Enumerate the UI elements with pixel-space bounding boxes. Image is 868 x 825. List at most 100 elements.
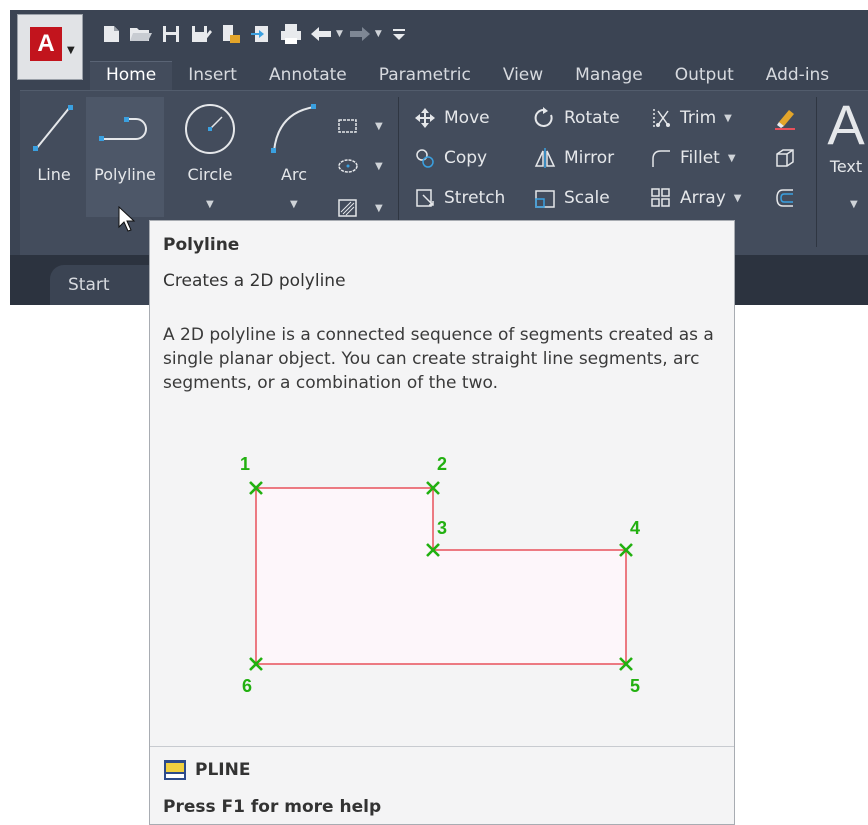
polyline-tool[interactable]: Polyline xyxy=(86,97,164,217)
offset-tool[interactable] xyxy=(772,185,804,211)
save-as-icon[interactable] xyxy=(188,22,214,46)
circle-tool[interactable]: Circle ▼ xyxy=(174,97,246,217)
text-dropdown-icon[interactable]: ▼ xyxy=(850,199,858,210)
erase-tool[interactable] xyxy=(772,105,804,131)
text-big-a-icon: A xyxy=(827,93,865,156)
command-name: PLINE xyxy=(195,760,251,780)
ellipse-tool[interactable]: ▼ xyxy=(335,153,383,179)
mirror-label: Mirror xyxy=(564,148,615,168)
line-tool[interactable]: Line xyxy=(24,97,84,217)
move-tool[interactable]: Move xyxy=(412,105,490,131)
tooltip-divider xyxy=(150,746,734,747)
trim-tool[interactable]: Trim ▼ xyxy=(648,105,732,131)
arc-dropdown-icon[interactable]: ▼ xyxy=(290,199,298,210)
export-icon[interactable] xyxy=(248,22,274,46)
polyline-icon xyxy=(99,117,147,141)
circle-dropdown-icon[interactable]: ▼ xyxy=(206,199,214,210)
help-hint: Press F1 for more help xyxy=(163,797,382,817)
trim-icon xyxy=(648,105,674,131)
copy-tool[interactable]: Copy xyxy=(412,145,487,171)
tab-output[interactable]: Output xyxy=(659,62,750,90)
explode-tool[interactable] xyxy=(772,145,804,171)
panel-divider xyxy=(816,97,817,247)
rectangle-icon xyxy=(335,113,361,139)
redo-icon[interactable] xyxy=(347,22,373,46)
command-line-icon xyxy=(164,760,186,780)
move-icon xyxy=(412,105,438,131)
explode-icon xyxy=(772,145,798,171)
scale-icon xyxy=(532,185,558,211)
chevron-down-icon[interactable]: ▼ xyxy=(375,121,383,132)
polyline-label: Polyline xyxy=(94,165,156,184)
vertex-label-3: 3 xyxy=(437,518,447,538)
line-label: Line xyxy=(37,165,71,184)
polyline-shape xyxy=(255,487,627,665)
copy-label: Copy xyxy=(444,148,488,168)
ribbon-tabs: Home Insert Annotate Parametric View Man… xyxy=(90,61,845,90)
chevron-down-icon: ▼ xyxy=(67,45,75,56)
tooltip-subtitle: Creates a 2D polyline xyxy=(163,271,346,291)
tab-insert[interactable]: Insert xyxy=(172,62,253,90)
eraser-icon xyxy=(772,105,798,131)
vertex-label-2: 2 xyxy=(437,454,447,474)
tab-parametric[interactable]: Parametric xyxy=(363,62,487,90)
offset-icon xyxy=(772,185,798,211)
mirror-icon xyxy=(532,145,558,171)
rotate-label: Rotate xyxy=(564,108,620,128)
quick-access-toolbar: A ▼ ▼ ▼ xyxy=(10,10,868,80)
redo-dropdown-icon[interactable]: ▼ xyxy=(375,29,382,39)
vertex-label-5: 5 xyxy=(630,676,640,696)
chevron-down-icon[interactable]: ▼ xyxy=(375,161,383,172)
vertex-label-4: 4 xyxy=(630,518,640,538)
line-icon xyxy=(33,105,73,151)
tab-annotate[interactable]: Annotate xyxy=(253,62,363,90)
arc-icon xyxy=(271,104,316,153)
plot-icon[interactable] xyxy=(278,22,304,46)
fillet-dropdown-icon[interactable]: ▼ xyxy=(728,153,736,164)
chevron-down-icon[interactable]: ▼ xyxy=(375,203,383,214)
fillet-icon xyxy=(648,145,674,171)
text-tool[interactable]: A Text ▼ xyxy=(824,93,868,217)
mirror-tool[interactable]: Mirror xyxy=(532,145,614,171)
start-tab[interactable]: Start xyxy=(50,265,150,305)
arc-tool[interactable]: Arc ▼ xyxy=(260,97,328,217)
rotate-tool[interactable]: Rotate xyxy=(532,105,620,131)
tab-add-ins[interactable]: Add-ins xyxy=(750,62,845,90)
open-icon[interactable] xyxy=(128,22,154,46)
scale-tool[interactable]: Scale xyxy=(532,185,610,211)
command-row: PLINE xyxy=(163,759,250,781)
tooltip-description: A 2D polyline is a connected sequence of… xyxy=(163,325,714,393)
mouse-cursor-icon xyxy=(118,205,138,238)
move-label: Move xyxy=(444,108,490,128)
polyline-diagram: 1 2 3 4 5 6 xyxy=(240,454,640,696)
vertex-label-1: 1 xyxy=(240,454,250,474)
application-menu-button[interactable]: A ▼ xyxy=(17,14,83,80)
undo-dropdown-icon[interactable]: ▼ xyxy=(336,29,343,39)
tab-home[interactable]: Home xyxy=(90,61,173,90)
stretch-icon xyxy=(412,185,438,211)
array-dropdown-icon[interactable]: ▼ xyxy=(734,193,742,204)
circle-label: Circle xyxy=(187,165,233,184)
array-label: Array xyxy=(680,188,726,208)
hatch-icon xyxy=(335,195,361,221)
circle-icon xyxy=(185,104,235,154)
publish-icon[interactable] xyxy=(218,22,244,46)
autocad-logo: A xyxy=(30,27,62,61)
arc-label: Arc xyxy=(281,165,307,184)
tab-manage[interactable]: Manage xyxy=(559,62,659,90)
trim-dropdown-icon[interactable]: ▼ xyxy=(724,113,732,124)
save-icon[interactable] xyxy=(158,22,184,46)
undo-icon[interactable] xyxy=(308,22,334,46)
customize-icon[interactable] xyxy=(386,22,412,46)
new-icon[interactable] xyxy=(98,22,124,46)
fillet-label: Fillet xyxy=(680,148,720,168)
hatch-tool[interactable]: ▼ xyxy=(335,195,383,221)
trim-label: Trim xyxy=(680,108,717,128)
rectangle-tool[interactable]: ▼ xyxy=(335,113,383,139)
array-tool[interactable]: Array ▼ xyxy=(648,185,742,211)
tooltip-title: Polyline xyxy=(163,235,240,255)
fillet-tool[interactable]: Fillet ▼ xyxy=(648,145,736,171)
tab-view[interactable]: View xyxy=(487,62,559,90)
stretch-tool[interactable]: Stretch xyxy=(412,185,505,211)
vertex-label-6: 6 xyxy=(242,676,252,696)
